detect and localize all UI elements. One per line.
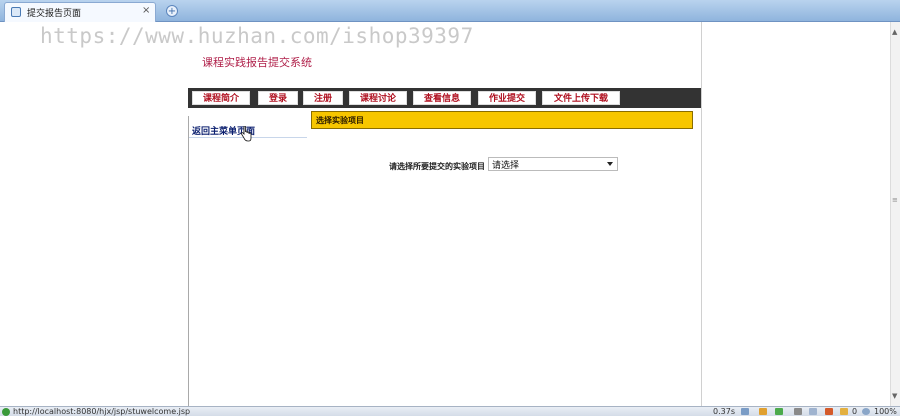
tool-icon[interactable] xyxy=(741,408,749,415)
sound-icon[interactable] xyxy=(794,408,802,415)
zoom-level[interactable]: 100% xyxy=(874,407,897,416)
record-icon[interactable] xyxy=(825,408,833,415)
status-bar: http://localhost:8080/hjx/jsp/stuwelcome… xyxy=(0,406,900,416)
load-time: 0.37s xyxy=(713,407,735,416)
close-icon[interactable]: × xyxy=(142,5,150,16)
watermark: https://www.huzhan.com/ishop39397 xyxy=(40,24,474,48)
security-ok-icon xyxy=(2,408,10,416)
nav-view-info[interactable]: 查看信息 xyxy=(413,91,471,105)
left-frame-divider xyxy=(188,116,189,406)
browser-tab-bar: 提交报告页面 × + xyxy=(0,0,900,22)
page-icon xyxy=(11,7,21,17)
nav-course-intro[interactable]: 课程简介 xyxy=(192,91,250,105)
scroll-grip-icon[interactable]: ≡ xyxy=(892,196,898,204)
hand-cursor-icon xyxy=(241,126,252,142)
hand-icon[interactable] xyxy=(759,408,767,415)
select-value: 请选择 xyxy=(492,161,520,171)
tab-title: 提交报告页面 xyxy=(27,9,82,19)
nav-homework-submit[interactable]: 作业提交 xyxy=(478,91,536,105)
window-icon[interactable] xyxy=(809,408,817,415)
nav-bar: 课程简介 登录 注册 课程讨论 查看信息 作业提交 文件上传下载 xyxy=(188,88,701,108)
status-url: http://localhost:8080/hjx/jsp/stuwelcome… xyxy=(13,407,191,416)
dropdown-arrow-icon[interactable] xyxy=(607,162,613,166)
nav-course-discussion[interactable]: 课程讨论 xyxy=(349,91,407,105)
scroll-up-icon[interactable]: ▲ xyxy=(892,28,897,36)
zoom-icon[interactable] xyxy=(862,408,870,415)
image-icon[interactable] xyxy=(840,408,848,415)
new-tab-icon[interactable]: + xyxy=(166,5,178,17)
nav-register[interactable]: 注册 xyxy=(303,91,343,105)
panel-title: 选择实验项目 xyxy=(316,116,364,125)
download-icon[interactable] xyxy=(775,408,783,415)
scroll-down-icon[interactable]: ▼ xyxy=(892,392,897,400)
vertical-scrollbar[interactable]: ▲ ≡ ▼ xyxy=(890,22,900,406)
right-frame-divider xyxy=(701,22,702,406)
page-title: 课程实践报告提交系统 xyxy=(202,56,312,69)
section-header-panel: 选择实验项目 xyxy=(311,111,693,129)
status-count: 0 xyxy=(852,407,858,416)
nav-login[interactable]: 登录 xyxy=(258,91,298,105)
browser-tab[interactable]: 提交报告页面 × xyxy=(4,2,156,22)
nav-file-upload-download[interactable]: 文件上传下载 xyxy=(542,91,620,105)
experiment-select-label: 请选择所要提交的实验项目 xyxy=(389,162,485,171)
experiment-select[interactable]: 请选择 xyxy=(488,157,618,171)
